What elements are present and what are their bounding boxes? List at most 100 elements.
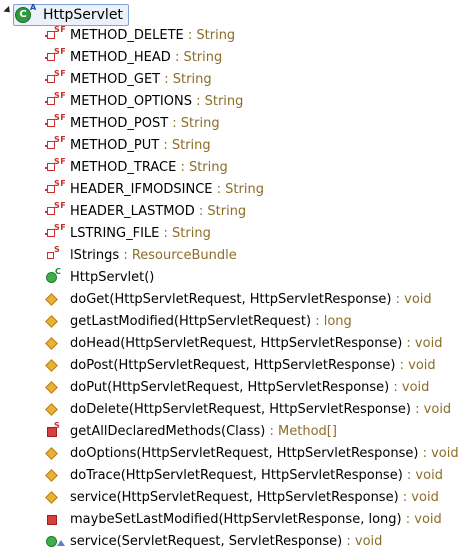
field-item[interactable]: SF METHOD_TRACE : String: [44, 157, 228, 177]
protected-method-icon: [44, 333, 70, 353]
method-return-type: : Method[]: [269, 423, 337, 439]
field-item[interactable]: SF METHOD_OPTIONS : String: [44, 91, 243, 111]
private-static-final-field-icon: SF: [44, 91, 70, 111]
method-item[interactable]: getLastModified(HttpServletRequest) : lo…: [44, 311, 352, 331]
field-name: METHOD_POST: [70, 115, 169, 131]
field-name: METHOD_DELETE: [70, 27, 184, 43]
method-return-type: : void: [415, 401, 452, 417]
method-item[interactable]: doPut(HttpServletRequest, HttpServletRes…: [44, 377, 429, 397]
protected-method-icon: [44, 465, 70, 485]
method-return-type: : void: [406, 467, 443, 483]
field-type: : String: [174, 49, 223, 65]
private-static-final-field-icon: SF: [44, 223, 70, 243]
method-signature: service(ServletRequest, ServletResponse): [70, 533, 343, 549]
method-signature: doPut(HttpServletRequest, HttpServletRes…: [70, 379, 390, 395]
outline-tree: CA HttpServlet SF METHOD_DELETE : String…: [0, 0, 458, 553]
constructor-item[interactable]: C HttpServlet(): [44, 267, 154, 287]
field-type: : ResourceBundle: [123, 247, 237, 263]
field-type: : String: [187, 27, 236, 43]
field-name: METHOD_PUT: [70, 137, 160, 153]
protected-method-icon: [44, 355, 70, 375]
method-item[interactable]: service(ServletRequest, ServletResponse)…: [44, 531, 382, 551]
method-item[interactable]: service(HttpServletRequest, HttpServletR…: [44, 487, 439, 507]
method-return-type: : void: [399, 357, 436, 373]
field-item[interactable]: SF METHOD_HEAD : String: [44, 47, 222, 67]
protected-method-icon: [44, 399, 70, 419]
constructor-name: HttpServlet(): [70, 269, 155, 285]
public-override-method-icon: [44, 531, 70, 551]
field-type: : String: [216, 181, 264, 197]
method-signature: service(HttpServletRequest, HttpServletR…: [70, 489, 399, 505]
method-signature: doOptions(HttpServletRequest, HttpServle…: [70, 445, 419, 461]
method-return-type: : void: [422, 445, 458, 461]
class-node[interactable]: CA HttpServlet: [13, 4, 129, 26]
method-signature: doHead(HttpServletRequest, HttpServletRe…: [70, 335, 403, 351]
field-item[interactable]: SF LSTRING_FILE : String: [44, 223, 211, 243]
override-triangle-icon: [57, 540, 65, 546]
field-item[interactable]: SF METHOD_POST : String: [44, 113, 220, 133]
field-name: LSTRING_FILE: [70, 225, 160, 241]
private-static-final-field-icon: SF: [44, 25, 70, 45]
method-signature: maybeSetLastModified(HttpServletResponse…: [70, 511, 402, 527]
private-static-final-field-icon: SF: [44, 135, 70, 155]
method-return-type: : void: [406, 335, 443, 351]
method-return-type: : void: [405, 511, 442, 527]
field-name: METHOD_TRACE: [70, 159, 177, 175]
field-type: : String: [196, 93, 244, 109]
method-signature: doTrace(HttpServletRequest, HttpServletR…: [70, 467, 403, 483]
method-signature: doPost(HttpServletRequest, HttpServletRe…: [70, 357, 396, 373]
private-static-final-field-icon: SF: [44, 69, 70, 89]
field-type: : String: [198, 203, 247, 219]
method-item[interactable]: doDelete(HttpServletRequest, HttpServlet…: [44, 399, 451, 419]
method-signature: getAllDeclaredMethods(Class): [70, 423, 266, 439]
private-method-icon: [44, 509, 70, 529]
private-static-final-field-icon: SF: [44, 113, 70, 133]
class-name: HttpServlet: [43, 7, 123, 23]
field-item[interactable]: SF HEADER_LASTMOD : String: [44, 201, 246, 221]
method-signature: doDelete(HttpServletRequest, HttpServlet…: [70, 401, 412, 417]
collapse-arrow-icon[interactable]: [3, 5, 13, 16]
method-item[interactable]: doPost(HttpServletRequest, HttpServletRe…: [44, 355, 436, 375]
field-type: : String: [163, 137, 211, 153]
method-return-type: : void: [346, 533, 383, 549]
field-type: : String: [172, 115, 220, 131]
field-name: lStrings: [70, 247, 120, 263]
private-static-final-field-icon: SF: [44, 179, 70, 199]
field-type: : String: [164, 71, 212, 87]
method-return-type: : long: [315, 313, 352, 329]
private-static-final-field-icon: SF: [44, 157, 70, 177]
method-return-type: : void: [393, 379, 430, 395]
method-item[interactable]: doOptions(HttpServletRequest, HttpServle…: [44, 443, 458, 463]
protected-method-icon: [44, 487, 70, 507]
field-name: METHOD_OPTIONS: [70, 93, 192, 109]
protected-method-icon: [44, 311, 70, 331]
field-name: METHOD_GET: [70, 71, 161, 87]
method-item[interactable]: doHead(HttpServletRequest, HttpServletRe…: [44, 333, 442, 353]
method-item[interactable]: S getAllDeclaredMethods(Class) : Method[…: [44, 421, 337, 441]
method-item[interactable]: doTrace(HttpServletRequest, HttpServletR…: [44, 465, 443, 485]
field-item[interactable]: SF METHOD_PUT : String: [44, 135, 211, 155]
field-item[interactable]: SF METHOD_DELETE : String: [44, 25, 235, 45]
private-static-final-field-icon: SF: [44, 47, 70, 67]
method-item[interactable]: maybeSetLastModified(HttpServletResponse…: [44, 509, 442, 529]
private-static-method-icon: S: [44, 421, 70, 441]
method-return-type: : void: [402, 489, 439, 505]
field-type: : String: [163, 225, 211, 241]
protected-method-icon: [44, 377, 70, 397]
protected-method-icon: [44, 443, 70, 463]
class-icon: CA: [15, 4, 36, 23]
abstract-marker: A: [30, 3, 37, 12]
private-static-final-field-icon: SF: [44, 201, 70, 221]
method-signature: getLastModified(HttpServletRequest): [70, 313, 312, 329]
field-name: HEADER_IFMODSINCE: [70, 181, 213, 197]
field-item[interactable]: SF HEADER_IFMODSINCE : String: [44, 179, 264, 199]
private-static-field-icon: S: [44, 245, 70, 265]
protected-method-icon: [44, 289, 70, 309]
field-name: METHOD_HEAD: [70, 49, 171, 65]
method-signature: doGet(HttpServletRequest, HttpServletRes…: [70, 291, 392, 307]
field-item[interactable]: SF METHOD_GET : String: [44, 69, 212, 89]
field-type: : String: [180, 159, 228, 175]
field-item[interactable]: S lStrings : ResourceBundle: [44, 245, 237, 265]
public-constructor-icon: C: [44, 267, 70, 287]
method-item[interactable]: doGet(HttpServletRequest, HttpServletRes…: [44, 289, 432, 309]
